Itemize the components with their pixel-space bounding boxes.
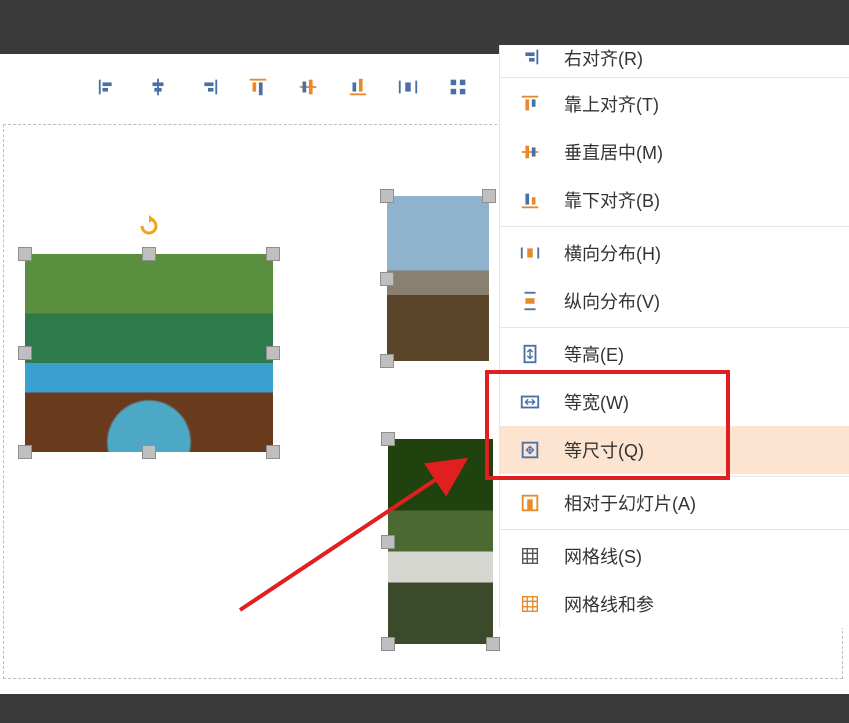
resize-handle[interactable]: [142, 445, 156, 459]
menu-align-middle[interactable]: 垂直居中(M): [500, 128, 849, 176]
equal-width-icon: [518, 390, 542, 414]
distribute-v-button[interactable]: [445, 74, 471, 100]
menu-item-label: 靠下对齐(B): [564, 187, 660, 213]
menu-relative-slide[interactable]: 相对于幻灯片(A): [500, 479, 849, 527]
distribute-h-button[interactable]: [395, 74, 421, 100]
menu-align-right[interactable]: 右对齐(R): [500, 45, 849, 75]
align-middle-v-button[interactable]: [295, 74, 321, 100]
align-bottom-button[interactable]: [345, 74, 371, 100]
align-context-menu: 右对齐(R) 靠上对齐(T) 垂直居中(M) 靠下对齐(B) 横向分布(H) 纵…: [499, 45, 849, 628]
status-bar: [0, 694, 849, 723]
grid-guides-icon: [518, 592, 542, 616]
rotate-handle-icon[interactable]: [137, 214, 161, 238]
align-left-icon: [97, 76, 119, 98]
resize-handle[interactable]: [18, 247, 32, 261]
distribute-h-icon: [518, 241, 542, 265]
selected-image-3[interactable]: [388, 439, 493, 644]
resize-handle[interactable]: [18, 346, 32, 360]
menu-equal-height[interactable]: 等高(E): [500, 330, 849, 378]
align-right-button[interactable]: [195, 74, 221, 100]
resize-handle[interactable]: [381, 535, 395, 549]
align-center-h-button[interactable]: [145, 74, 171, 100]
resize-handle[interactable]: [266, 346, 280, 360]
distribute-v-icon: [518, 289, 542, 313]
menu-item-label: 网格线(S): [564, 543, 642, 569]
grid-icon: [518, 544, 542, 568]
resize-handle[interactable]: [482, 189, 496, 203]
menu-item-label: 等宽(W): [564, 389, 629, 415]
menu-separator: [500, 226, 849, 227]
align-bottom-icon: [518, 188, 542, 212]
align-middle-icon: [518, 140, 542, 164]
menu-separator: [500, 327, 849, 328]
menu-item-label: 横向分布(H): [564, 240, 661, 266]
align-top-button[interactable]: [245, 74, 271, 100]
resize-handle[interactable]: [381, 432, 395, 446]
menu-equal-width[interactable]: 等宽(W): [500, 378, 849, 426]
menu-item-label: 等高(E): [564, 341, 624, 367]
align-bottom-icon: [347, 76, 369, 98]
menu-item-label: 垂直居中(M): [564, 139, 663, 165]
relative-slide-icon: [518, 491, 542, 515]
menu-separator: [500, 77, 849, 78]
equal-height-icon: [518, 342, 542, 366]
menu-separator: [500, 529, 849, 530]
selected-image-2[interactable]: [387, 196, 489, 361]
menu-separator: [500, 476, 849, 477]
menu-grid-guides[interactable]: 网格线和参: [500, 580, 849, 628]
resize-handle[interactable]: [142, 247, 156, 261]
menu-item-label: 网格线和参: [564, 591, 654, 617]
resize-handle[interactable]: [380, 354, 394, 368]
menu-item-label: 纵向分布(V): [564, 288, 660, 314]
menu-item-label: 相对于幻灯片(A): [564, 490, 696, 516]
align-top-icon: [518, 92, 542, 116]
align-left-button[interactable]: [95, 74, 121, 100]
resize-handle[interactable]: [18, 445, 32, 459]
equal-size-icon: [518, 438, 542, 462]
resize-handle[interactable]: [266, 445, 280, 459]
menu-align-top[interactable]: 靠上对齐(T): [500, 80, 849, 128]
menu-align-bottom[interactable]: 靠下对齐(B): [500, 176, 849, 224]
menu-item-label: 靠上对齐(T): [564, 91, 659, 117]
resize-handle[interactable]: [381, 637, 395, 651]
selected-image-1[interactable]: [25, 254, 273, 452]
align-middle-v-icon: [297, 76, 319, 98]
menu-distribute-h[interactable]: 横向分布(H): [500, 229, 849, 277]
align-right-icon: [197, 76, 219, 98]
menu-gridlines[interactable]: 网格线(S): [500, 532, 849, 580]
menu-equal-size[interactable]: 等尺寸(Q): [500, 426, 849, 474]
resize-handle[interactable]: [380, 272, 394, 286]
menu-item-label: 等尺寸(Q): [564, 437, 644, 463]
menu-item-label: 右对齐(R): [564, 45, 643, 71]
resize-handle[interactable]: [380, 189, 394, 203]
align-right-icon: [518, 45, 542, 69]
resize-handle[interactable]: [486, 637, 500, 651]
menu-distribute-v[interactable]: 纵向分布(V): [500, 277, 849, 325]
distribute-h-icon: [397, 76, 419, 98]
align-center-h-icon: [147, 76, 169, 98]
distribute-v-icon: [447, 76, 469, 98]
align-top-icon: [247, 76, 269, 98]
resize-handle[interactable]: [266, 247, 280, 261]
